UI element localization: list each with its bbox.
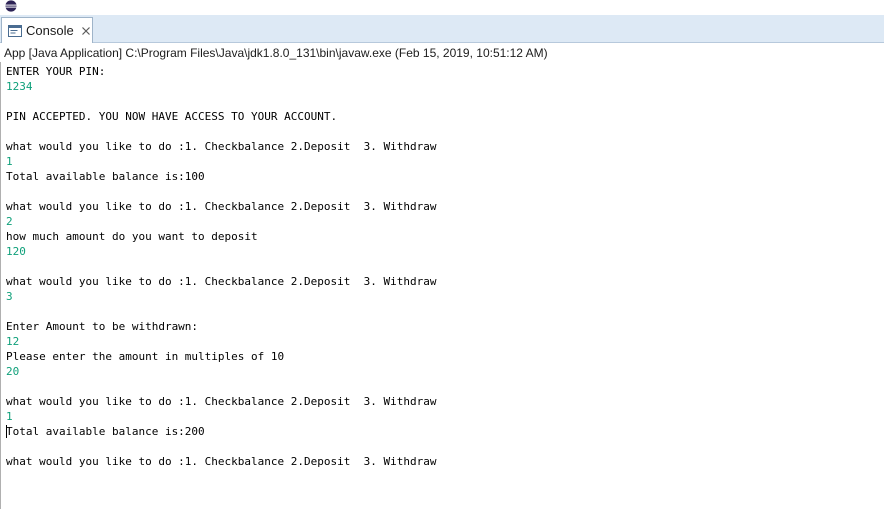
console-output-line: Please enter the amount in multiples of … [6, 350, 285, 363]
console-output-line [6, 259, 436, 274]
console-output-line: what would you like to do :1. Checkbalan… [6, 455, 437, 468]
console-output-line [6, 124, 436, 139]
eclipse-logo-icon [5, 0, 17, 12]
console-input-line: 3 [6, 290, 13, 303]
console-output-line [6, 304, 436, 319]
launch-configuration-label: App [Java Application] C:\Program Files\… [4, 46, 548, 60]
console-icon [8, 24, 22, 38]
console-output-area[interactable]: ENTER YOUR PIN: 1234 PIN ACCEPTED. YOU NOW… [0, 62, 884, 509]
tab-console[interactable]: Console [1, 17, 93, 43]
close-icon[interactable] [81, 26, 91, 36]
console-input-line: 2 [6, 215, 13, 228]
text-cursor [6, 425, 7, 438]
console-output-line: what would you like to do :1. Checkbalan… [6, 200, 437, 213]
console-output-line: Total available balance is:200 [6, 425, 205, 438]
console-output-line: what would you like to do :1. Checkbalan… [6, 275, 437, 288]
view-tab-bar: Console [0, 15, 884, 43]
console-output-line [6, 379, 436, 394]
tab-label: Console [26, 23, 74, 38]
console-output-line: what would you like to do :1. Checkbalan… [6, 140, 437, 153]
console-input-line: 20 [6, 365, 20, 378]
console-input-line: 1234 [6, 80, 33, 93]
console-output-line: Enter Amount to be withdrawn: [6, 320, 199, 333]
console-input-line: 1 [6, 155, 13, 168]
console-output-line: Total available balance is:100 [6, 170, 205, 183]
console-input-line: 12 [6, 335, 20, 348]
console-output-line: ENTER YOUR PIN: [6, 65, 106, 78]
eclipse-console-window: Console App [Java Application] C:\Progra… [0, 0, 884, 509]
console-input-line: 1 [6, 410, 13, 423]
console-output-line: how much amount do you want to deposit [6, 230, 258, 243]
console-output-line: what would you like to do :1. Checkbalan… [6, 395, 437, 408]
console-lines: ENTER YOUR PIN: 1234 PIN ACCEPTED. YOU NOW… [6, 64, 436, 469]
console-output-line [6, 94, 436, 109]
title-strip [0, 0, 884, 15]
console-output-line: PIN ACCEPTED. YOU NOW HAVE ACCESS TO YOU… [6, 110, 338, 123]
console-output-line [6, 439, 436, 454]
console-input-line: 120 [6, 245, 26, 258]
console-output-line [6, 184, 436, 199]
